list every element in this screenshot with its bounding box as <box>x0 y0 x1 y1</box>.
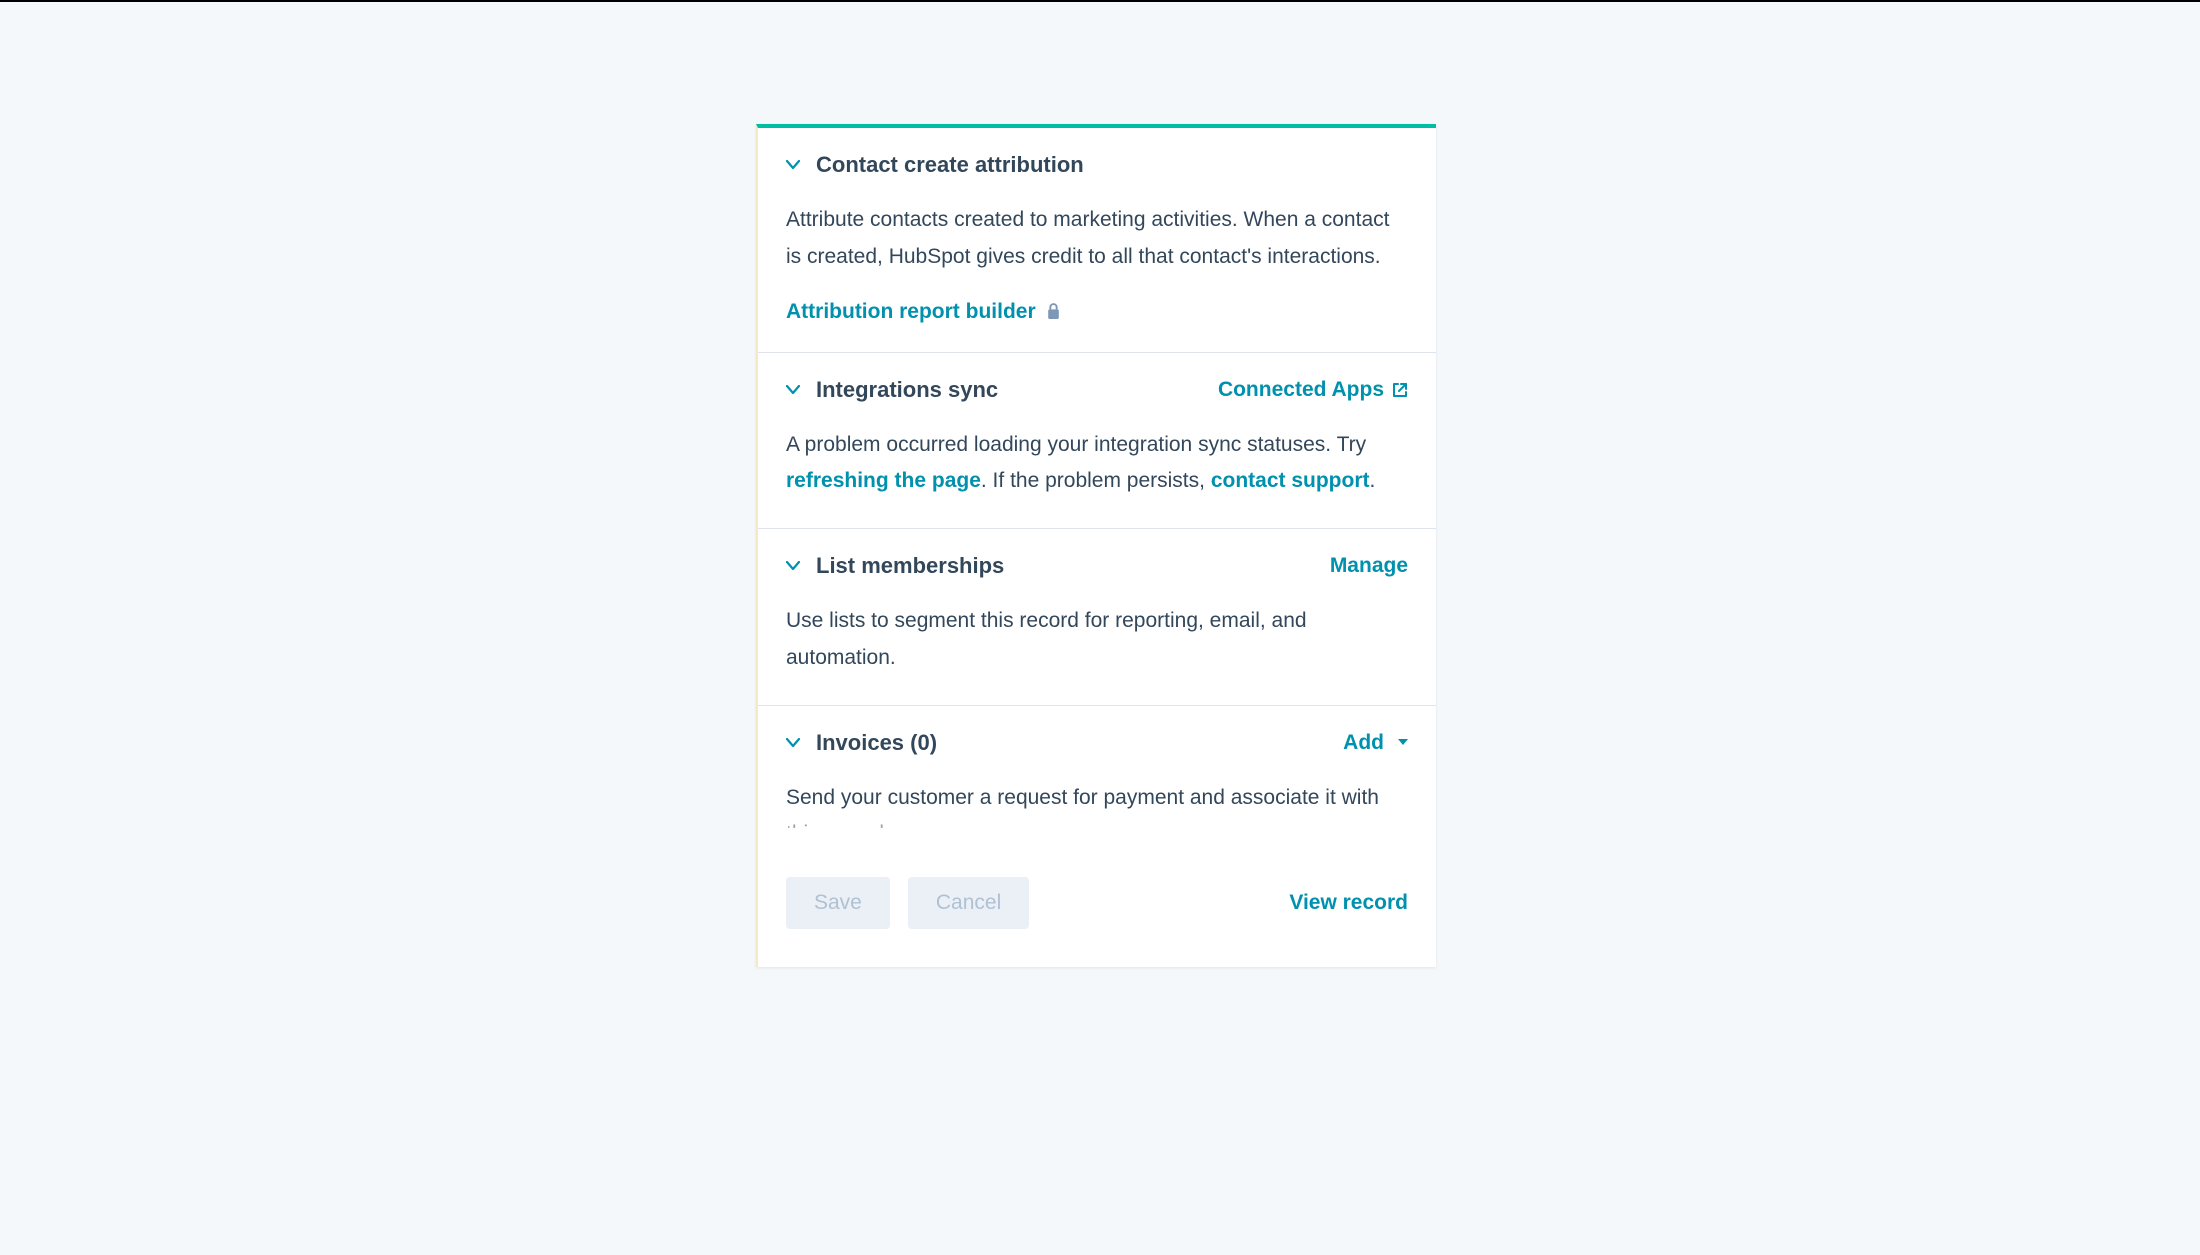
save-button[interactable]: Save <box>786 877 890 929</box>
cancel-button[interactable]: Cancel <box>908 877 1029 929</box>
section-title: Contact create attribution <box>816 152 1084 178</box>
section-body: A problem occurred loading your integrat… <box>786 427 1408 501</box>
footer-left: Save Cancel <box>786 877 1029 929</box>
lock-icon <box>1046 303 1061 320</box>
section-title-wrap: Contact create attribution <box>786 152 1084 178</box>
add-invoice-button[interactable]: Add <box>1343 731 1408 755</box>
section-body: Use lists to segment this record for rep… <box>786 603 1408 677</box>
view-record-link[interactable]: View record <box>1289 891 1408 915</box>
section-list-memberships: List memberships Manage Use lists to seg… <box>758 529 1436 706</box>
link-label: Manage <box>1330 554 1408 578</box>
attribution-link-row: Attribution report builder <box>786 300 1408 324</box>
section-title-wrap: Invoices (0) <box>786 730 937 756</box>
section-header[interactable]: Contact create attribution <box>786 152 1408 178</box>
chevron-down-icon <box>786 383 800 397</box>
section-title: Integrations sync <box>816 377 998 403</box>
body-text-mid: . If the problem persists, <box>981 469 1211 492</box>
section-title: List memberships <box>816 553 1004 579</box>
section-body: Attribute contacts created to marketing … <box>786 202 1408 276</box>
body-text-suffix: . <box>1370 469 1376 492</box>
section-header[interactable]: List memberships Manage <box>786 553 1408 579</box>
refresh-page-link[interactable]: refreshing the page <box>786 469 981 492</box>
attribution-report-builder-link[interactable]: Attribution report builder <box>786 300 1061 324</box>
section-title-wrap: List memberships <box>786 553 1004 579</box>
manage-lists-link[interactable]: Manage <box>1330 554 1408 578</box>
section-header[interactable]: Invoices (0) Add <box>786 730 1408 756</box>
section-invoices: Invoices (0) Add Send your customer a re… <box>758 706 1436 839</box>
link-label: Add <box>1343 731 1384 755</box>
section-header[interactable]: Integrations sync Connected Apps <box>786 377 1408 403</box>
connected-apps-link[interactable]: Connected Apps <box>1218 378 1408 402</box>
section-integrations-sync: Integrations sync Connected Apps A probl… <box>758 353 1436 530</box>
external-link-icon <box>1392 382 1408 398</box>
chevron-down-icon <box>786 158 800 172</box>
chevron-down-icon <box>786 736 800 750</box>
chevron-down-icon <box>786 559 800 573</box>
link-label: Connected Apps <box>1218 378 1384 402</box>
section-body: Send your customer a request for payment… <box>786 780 1408 828</box>
section-title: Invoices (0) <box>816 730 937 756</box>
link-label: Attribution report builder <box>786 300 1036 324</box>
section-contact-attribution: Contact create attribution Attribute con… <box>758 128 1436 353</box>
contact-support-link[interactable]: contact support <box>1211 469 1370 492</box>
record-sidebar-panel: Contact create attribution Attribute con… <box>756 124 1436 967</box>
caret-down-icon <box>1398 739 1408 746</box>
body-text-prefix: A problem occurred loading your integrat… <box>786 433 1366 456</box>
panel-footer: Save Cancel View record <box>758 839 1436 967</box>
section-title-wrap: Integrations sync <box>786 377 998 403</box>
